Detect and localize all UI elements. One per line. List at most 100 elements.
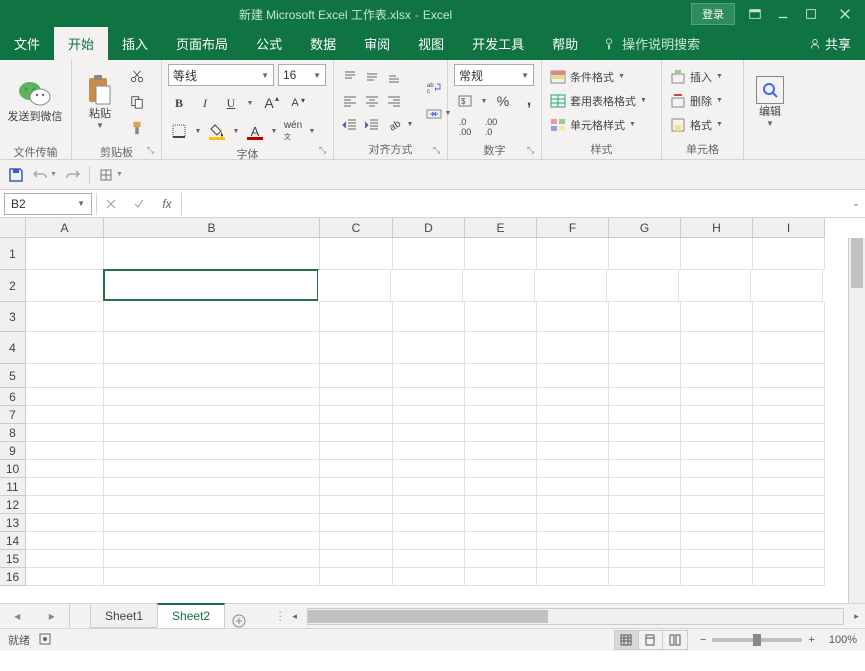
cell[interactable] <box>104 442 320 460</box>
underline-dropdown[interactable]: ▼ <box>246 100 254 107</box>
row-header[interactable]: 14 <box>0 532 26 550</box>
cell[interactable] <box>753 514 825 532</box>
cell[interactable] <box>465 478 537 496</box>
cell[interactable] <box>753 532 825 550</box>
align-right-button[interactable] <box>384 91 404 111</box>
cell[interactable] <box>537 388 609 406</box>
cell[interactable] <box>681 532 753 550</box>
cell[interactable] <box>320 238 393 270</box>
cell[interactable] <box>465 388 537 406</box>
cell[interactable] <box>681 406 753 424</box>
cell[interactable] <box>320 568 393 586</box>
cell[interactable] <box>104 406 320 424</box>
cell[interactable] <box>681 388 753 406</box>
cell[interactable] <box>681 478 753 496</box>
cell[interactable] <box>320 550 393 568</box>
cell[interactable] <box>463 270 535 302</box>
tab-help[interactable]: 帮助 <box>538 27 592 60</box>
cell[interactable] <box>104 478 320 496</box>
cell[interactable] <box>609 532 681 550</box>
tab-developer[interactable]: 开发工具 <box>458 27 538 60</box>
cell[interactable] <box>537 364 609 388</box>
cell[interactable] <box>26 388 104 406</box>
border-button[interactable] <box>168 120 190 142</box>
share-button[interactable]: 共享 <box>809 34 865 60</box>
cell[interactable] <box>753 568 825 586</box>
minimize-button[interactable] <box>769 0 797 28</box>
redo-button[interactable] <box>65 167 81 183</box>
cell[interactable] <box>320 332 393 364</box>
cell[interactable] <box>393 478 465 496</box>
expand-formula-button[interactable]: ⌄ <box>847 198 865 209</box>
cell[interactable] <box>26 460 104 478</box>
cell[interactable] <box>609 302 681 332</box>
page-break-view-button[interactable] <box>663 631 687 649</box>
percent-button[interactable]: % <box>492 90 514 112</box>
cell[interactable] <box>465 514 537 532</box>
cell[interactable] <box>465 238 537 270</box>
decrease-decimal-button[interactable]: .00.0 <box>480 116 502 138</box>
cell[interactable] <box>104 302 320 332</box>
cell[interactable] <box>393 550 465 568</box>
cell[interactable] <box>609 238 681 270</box>
accounting-button[interactable]: $ <box>454 90 476 112</box>
sheet-tab-1[interactable]: Sheet1 <box>90 605 158 628</box>
cell[interactable] <box>393 460 465 478</box>
cell[interactable] <box>537 302 609 332</box>
font-color-button[interactable]: A <box>244 120 266 142</box>
cell[interactable] <box>104 388 320 406</box>
tab-layout[interactable]: 页面布局 <box>162 27 242 60</box>
cell[interactable] <box>393 406 465 424</box>
cell[interactable] <box>537 424 609 442</box>
column-header[interactable]: H <box>681 218 753 238</box>
name-box[interactable]: B2▼ <box>4 193 92 215</box>
cell[interactable] <box>681 514 753 532</box>
insert-cells-button[interactable]: 插入▼ <box>670 66 723 88</box>
cell[interactable] <box>320 460 393 478</box>
cell[interactable] <box>753 478 825 496</box>
column-header[interactable]: C <box>320 218 393 238</box>
cell[interactable] <box>681 568 753 586</box>
cell[interactable] <box>753 442 825 460</box>
cell[interactable] <box>681 238 753 270</box>
row-header[interactable]: 7 <box>0 406 26 424</box>
cell[interactable] <box>753 388 825 406</box>
cell[interactable] <box>609 406 681 424</box>
orientation-dropdown[interactable]: ▼ <box>406 115 414 135</box>
row-header[interactable]: 13 <box>0 514 26 532</box>
decrease-font-button[interactable]: A▾ <box>284 92 306 114</box>
undo-button[interactable]: ▼ <box>32 167 57 183</box>
number-format-combo[interactable]: 常规▼ <box>454 64 534 86</box>
tab-data[interactable]: 数据 <box>296 27 350 60</box>
worksheet-grid[interactable]: ABCDEFGHI 12345678910111213141516 <box>0 218 865 603</box>
fill-color-button[interactable] <box>206 120 228 142</box>
cell[interactable] <box>320 532 393 550</box>
cell[interactable] <box>753 460 825 478</box>
vertical-scrollbar[interactable] <box>848 238 865 603</box>
cell[interactable] <box>104 496 320 514</box>
cell[interactable] <box>26 364 104 388</box>
cell[interactable] <box>609 424 681 442</box>
cell[interactable] <box>609 460 681 478</box>
column-header[interactable]: E <box>465 218 537 238</box>
cell[interactable] <box>537 496 609 514</box>
cell[interactable] <box>681 424 753 442</box>
tab-view[interactable]: 视图 <box>404 27 458 60</box>
column-header[interactable]: F <box>537 218 609 238</box>
column-header[interactable]: G <box>609 218 681 238</box>
tab-insert[interactable]: 插入 <box>108 27 162 60</box>
cell[interactable] <box>681 364 753 388</box>
font-size-combo[interactable]: 16▼ <box>278 64 326 86</box>
cell[interactable] <box>320 364 393 388</box>
cell[interactable] <box>104 532 320 550</box>
cell[interactable] <box>393 442 465 460</box>
cell[interactable] <box>393 388 465 406</box>
cell[interactable] <box>537 550 609 568</box>
row-header[interactable]: 1 <box>0 238 26 270</box>
cell[interactable] <box>537 478 609 496</box>
cell[interactable] <box>26 532 104 550</box>
cell[interactable] <box>393 532 465 550</box>
sheet-nav-prev[interactable]: ◂ <box>14 609 20 623</box>
cell[interactable] <box>607 270 679 302</box>
cancel-formula-button[interactable] <box>97 193 125 215</box>
